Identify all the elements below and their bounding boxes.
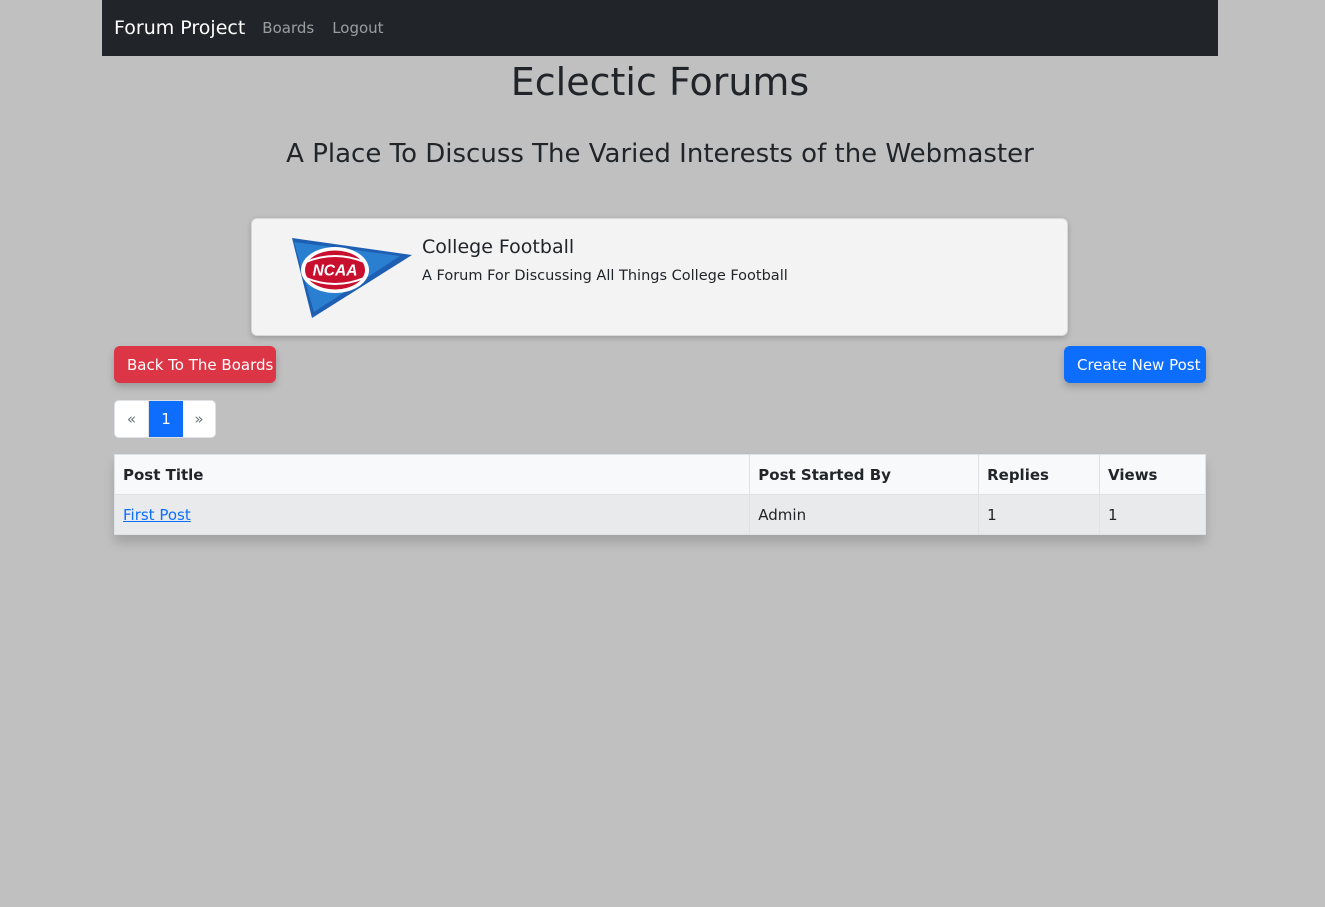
column-header-started-by: Post Started By xyxy=(749,454,980,495)
board-name: College Football xyxy=(422,236,575,258)
column-header-views: Views xyxy=(1099,454,1206,495)
pagination-page-1[interactable]: 1 xyxy=(149,401,183,437)
create-new-post-button[interactable]: Create New Post xyxy=(1064,346,1206,383)
post-replies: 1 xyxy=(978,494,1101,535)
pagination: « 1 » xyxy=(114,400,216,438)
post-views: 1 xyxy=(1099,494,1206,535)
ncaa-logo-text: NCAA xyxy=(313,263,358,280)
board-info-card: NCAA College Football A Forum For Discus… xyxy=(251,218,1068,336)
page-title: Eclectic Forums xyxy=(510,60,810,104)
table-header-row: Post Title Post Started By Replies Views xyxy=(113,454,1206,495)
nav-link-logout[interactable]: Logout xyxy=(332,19,383,37)
table-row: First Post Admin 1 1 xyxy=(113,494,1206,535)
pagination-prev[interactable]: « xyxy=(115,401,149,437)
post-title-link[interactable]: First Post xyxy=(123,506,191,524)
posts-table: Post Title Post Started By Replies Views… xyxy=(113,454,1206,535)
back-to-boards-button[interactable]: Back To The Boards xyxy=(114,346,276,383)
navbar-brand[interactable]: Forum Project xyxy=(114,17,245,39)
ncaa-logo: NCAA xyxy=(292,238,412,318)
page-subtitle: A Place To Discuss The Varied Interests … xyxy=(286,139,1034,169)
column-header-post-title: Post Title xyxy=(113,454,751,495)
pagination-next[interactable]: » xyxy=(183,401,215,437)
board-description: A Forum For Discussing All Things Colleg… xyxy=(422,268,788,284)
nav-link-boards[interactable]: Boards xyxy=(262,19,314,37)
post-author: Admin xyxy=(749,494,980,535)
column-header-replies: Replies xyxy=(978,454,1101,495)
post-title-cell: First Post xyxy=(113,494,751,535)
top-navbar: Forum Project Boards Logout xyxy=(102,0,1218,56)
